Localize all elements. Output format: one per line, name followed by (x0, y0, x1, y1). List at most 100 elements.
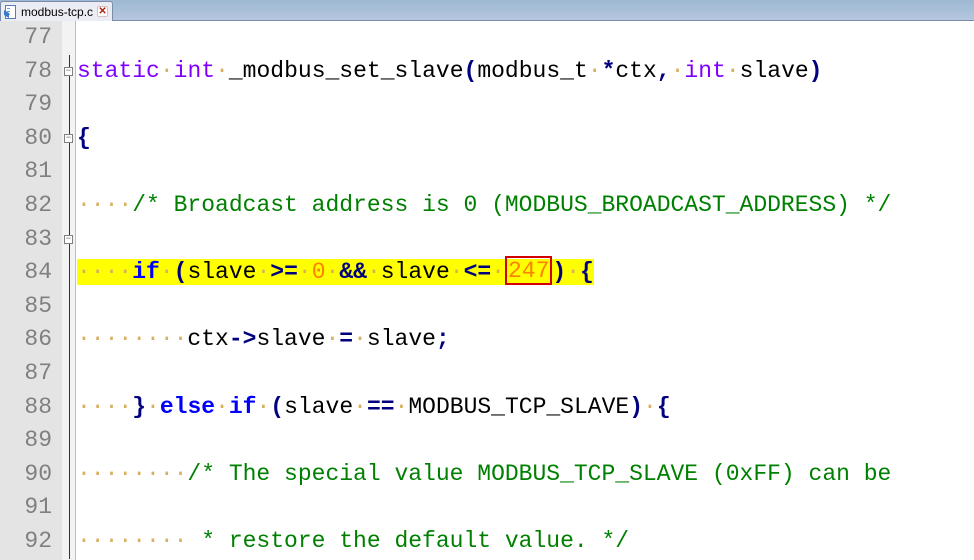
fold-cell (62, 458, 75, 492)
ws-dot: · (491, 259, 505, 285)
code-line: static·int·_modbus_set_slave(modbus_t·*c… (76, 55, 974, 89)
line-number: 89 (0, 424, 62, 458)
line-number: 87 (0, 357, 62, 391)
punct: ( (174, 259, 188, 285)
identifier: MODBUS_TCP_SLAVE (408, 394, 629, 420)
fold-margin: − − − (62, 21, 76, 560)
code-line: ········ * restore the default value. */ (76, 525, 974, 559)
line-number: 83 (0, 223, 62, 257)
fold-cell (62, 491, 75, 525)
ws-indent: ···· (77, 394, 132, 420)
line-number: 82 (0, 189, 62, 223)
tab-filename: modbus-tcp.c (21, 5, 93, 19)
line-number: 78 (0, 55, 62, 89)
fold-toggle[interactable]: − (62, 223, 75, 257)
ws-indent: ········ (77, 528, 187, 554)
punct: ) (629, 394, 643, 420)
ws-indent: ···· (77, 192, 132, 218)
line-number: 81 (0, 155, 62, 189)
operator: && (339, 259, 367, 285)
code-line: { (76, 122, 974, 156)
comment: /* Broadcast address is 0 (MODBUS_BROADC… (132, 192, 891, 218)
identifier: ctx (615, 58, 656, 84)
keyword: if (132, 259, 160, 285)
code-line: ····/* Broadcast address is 0 (MODBUS_BR… (76, 189, 974, 223)
fold-cell (62, 424, 75, 458)
punct: { (580, 259, 594, 285)
fold-cell (62, 21, 75, 55)
punct: ( (464, 58, 478, 84)
ws-dot: · (256, 259, 270, 285)
punct: * (602, 58, 616, 84)
ws-dot: · (395, 394, 409, 420)
ws-dot: · (643, 394, 657, 420)
ws-dot: · (367, 259, 381, 285)
ws-dot: · (671, 58, 685, 84)
punct: ; (436, 326, 450, 352)
ws-indent: ···· (77, 259, 132, 285)
ws-dot: · (298, 259, 312, 285)
identifier: slave (284, 394, 353, 420)
line-number: 85 (0, 290, 62, 324)
line-number: 77 (0, 21, 62, 55)
close-icon[interactable]: ✕ (97, 6, 108, 17)
fold-cell (62, 290, 75, 324)
punct: { (657, 394, 671, 420)
ws-dot: · (450, 259, 464, 285)
fold-cell (62, 256, 75, 290)
operator: == (367, 394, 395, 420)
operator: >= (270, 259, 298, 285)
fold-cell (62, 357, 75, 391)
operator: = (339, 326, 353, 352)
ws-dot: · (325, 326, 339, 352)
operator: <= (464, 259, 492, 285)
line-number: 90 (0, 458, 62, 492)
fold-toggle[interactable]: − (62, 55, 75, 89)
ws-dot: · (146, 394, 160, 420)
identifier: slave (256, 326, 325, 352)
identifier: slave (367, 326, 436, 352)
file-tab-active[interactable]: modbus-tcp.c ✕ (0, 1, 113, 21)
identifier: modbus_t (477, 58, 587, 84)
identifier: ctx (187, 326, 228, 352)
keyword: int (174, 58, 215, 84)
fold-cell (62, 323, 75, 357)
line-number: 84 (0, 256, 62, 290)
ws-dot: · (588, 58, 602, 84)
line-number: 79 (0, 88, 62, 122)
line-number: 86 (0, 323, 62, 357)
fold-toggle[interactable]: − (62, 122, 75, 156)
fold-cell (62, 189, 75, 223)
fold-cell (62, 391, 75, 425)
tab-bar: modbus-tcp.c ✕ (0, 0, 974, 21)
comment: * restore the default value. */ (187, 528, 629, 554)
keyword: static (77, 58, 160, 84)
punct: ( (270, 394, 284, 420)
identifier: slave (381, 259, 450, 285)
punct: ) (809, 58, 823, 84)
ws-dot: · (566, 259, 580, 285)
ws-indent: ········ (77, 461, 187, 487)
punct: ) (552, 259, 566, 285)
ws-dot: · (353, 394, 367, 420)
keyword: int (684, 58, 725, 84)
code-editor[interactable]: 77 78 79 80 81 82 83 84 85 86 87 88 89 9… (0, 21, 974, 560)
code-line: ········/* The special value MODBUS_TCP_… (76, 458, 974, 492)
ws-indent: ········ (77, 326, 187, 352)
number: 247 (508, 258, 549, 284)
ws-dot: · (353, 326, 367, 352)
code-area[interactable]: static·int·_modbus_set_slave(modbus_t·*c… (76, 21, 974, 560)
ws-dot: · (160, 259, 174, 285)
punct: { (77, 125, 91, 151)
line-number: 92 (0, 525, 62, 559)
identifier: _modbus_set_slave (229, 58, 464, 84)
fold-cell (62, 88, 75, 122)
comment: /* The special value MODBUS_TCP_SLAVE (0… (187, 461, 891, 487)
ws-dot: · (215, 58, 229, 84)
line-number: 88 (0, 391, 62, 425)
punct: } (132, 394, 146, 420)
code-line: ········ctx->slave·=·slave; (76, 323, 974, 357)
code-line-highlighted: ····if·(slave·>=·0·&&·slave·<=·247)·{ (76, 256, 974, 290)
file-icon (4, 5, 17, 19)
highlighted-value-box: 247 (505, 256, 552, 285)
